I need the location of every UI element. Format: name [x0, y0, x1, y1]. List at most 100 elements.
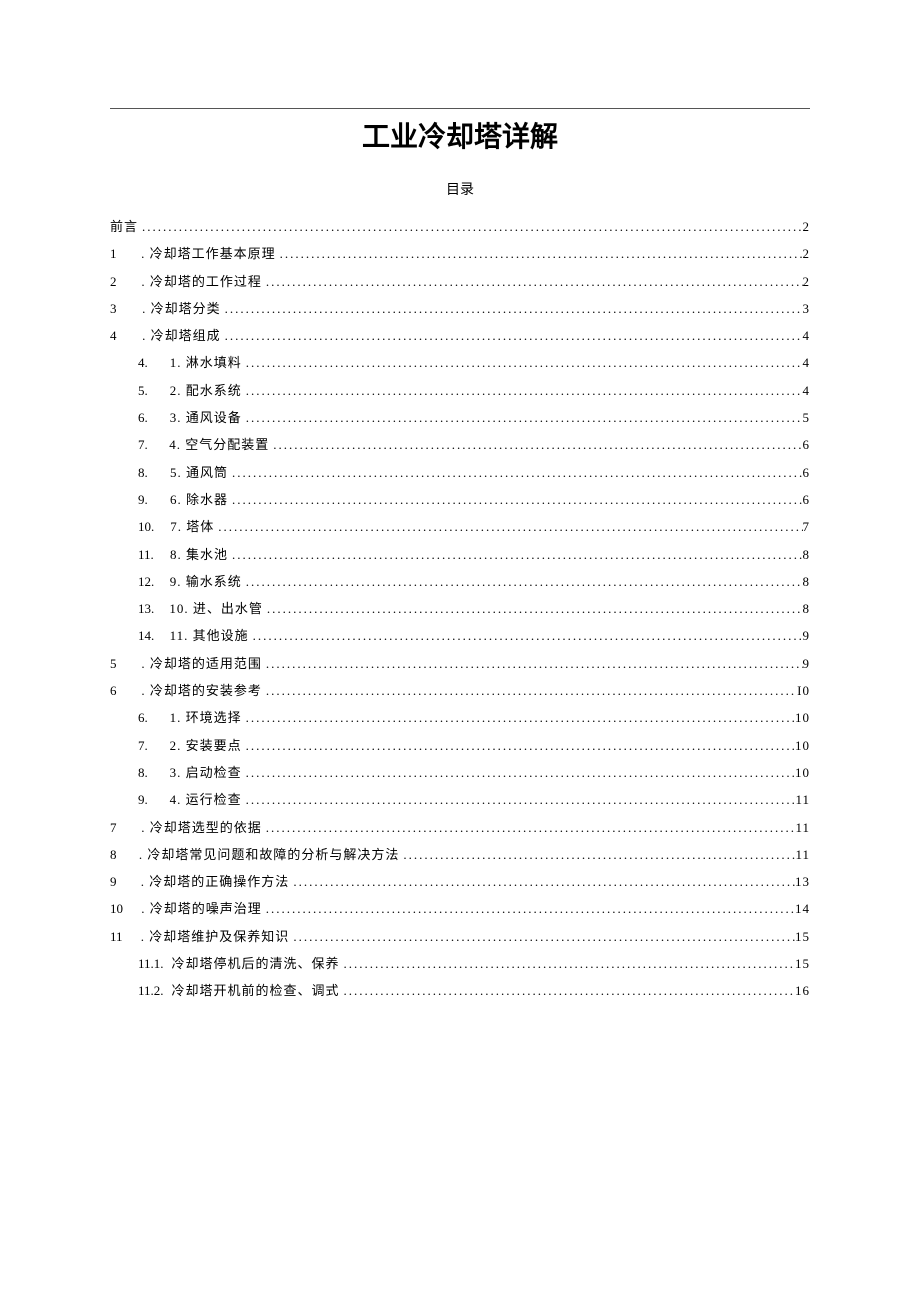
toc-entry: 1 . 冷却塔工作基本原理2: [110, 240, 810, 267]
toc-entry-page: 9: [803, 622, 811, 649]
toc-entry-page: 6: [803, 431, 811, 458]
toc-entry-label: . 冷却塔的正确操作方法: [141, 868, 290, 895]
toc-entry-label: . 冷却塔工作基本原理: [141, 240, 276, 267]
toc-entry-label: 6. 除水器: [170, 486, 228, 513]
toc-entry-label: . 冷却塔的工作过程: [141, 268, 262, 295]
toc-entry: 9. 4. 运行检查 11: [110, 786, 810, 813]
toc-entry-number: 9.: [138, 486, 160, 513]
toc-entry: 前言2: [110, 213, 810, 240]
toc-entry-page: 11: [795, 841, 810, 868]
toc-entry-label: 3. 通风设备: [170, 404, 242, 431]
toc-leader-dots: [221, 322, 803, 349]
document-title: 工业冷却塔详解: [110, 115, 810, 155]
toc-leader-dots: [221, 295, 803, 322]
toc-entry-label: 3. 启动检查: [170, 759, 242, 786]
toc-entry-page: 15: [795, 923, 810, 950]
toc-entry-number: 5.: [138, 377, 160, 404]
toc-entry-page: I0: [797, 677, 810, 704]
toc-leader-dots: [399, 841, 795, 868]
toc-entry-page: 2: [803, 213, 811, 240]
toc-entry-page: 10: [795, 732, 810, 759]
toc-entry-number: 8: [110, 841, 132, 868]
toc-entry-label: 11. 其他设施: [170, 622, 249, 649]
toc-entry-page: 10: [795, 704, 810, 731]
toc-entry: 11 . 冷却塔维护及保养知识15: [110, 923, 810, 950]
toc-entry-number: 10: [110, 895, 132, 922]
toc-entry: 11. 8. 集水池8: [110, 541, 810, 568]
toc-entry-page: 7: [803, 513, 811, 540]
toc-leader-dots: [242, 732, 795, 759]
toc-entry: 6. 1. 环境选择10: [110, 704, 810, 731]
toc-leader-dots: [138, 213, 802, 240]
toc-entry-page: 4: [803, 322, 811, 349]
toc-entry: 6 . 冷却塔的安装参考 I0: [110, 677, 810, 704]
toc-leader-dots: [262, 650, 803, 677]
toc-entry: 13. 10. 进、出水管8: [110, 595, 810, 622]
toc-entry-page: 11: [795, 786, 810, 813]
toc-entry-number: 8.: [138, 759, 160, 786]
toc-entry-page: 2: [803, 240, 811, 267]
toc-entry-label: 2. 安装要点: [170, 732, 242, 759]
toc-leader-dots: [276, 240, 803, 267]
toc-entry-number: 14.: [138, 622, 160, 649]
toc-entry-page: 16: [795, 977, 810, 1004]
toc-entry: 11.1. 冷却塔停机后的清洗、保养15: [110, 950, 810, 977]
toc-entry: 6. 3. 通风设备5: [110, 404, 810, 431]
toc-entry: 9. 6. 除水器6: [110, 486, 810, 513]
toc-leader-dots: [339, 977, 795, 1004]
toc-entry-number: 9.: [138, 786, 160, 813]
toc-leader-dots: [263, 595, 803, 622]
toc-leader-dots: [242, 349, 803, 376]
toc-entry: 10. 7. 塔体7: [110, 513, 810, 540]
toc-entry: 2 . 冷却塔的工作过程2: [110, 268, 810, 295]
toc-leader-dots: [228, 459, 802, 486]
toc-leader-dots: [262, 268, 803, 295]
toc-entry-page: 8: [803, 595, 811, 622]
toc-entry-label: 10. 进、出水管: [169, 595, 263, 622]
toc-entry-label: . 冷却塔的噪声治理: [141, 895, 262, 922]
toc-entry-number: 6: [110, 677, 132, 704]
toc-entry-label: . 冷却塔的适用范围: [141, 650, 262, 677]
toc-leader-dots: [242, 704, 795, 731]
toc-entry-number: 11.2.: [138, 977, 164, 1004]
toc-entry-number: 7: [110, 814, 132, 841]
toc-leader-dots: [289, 923, 795, 950]
toc-entry-label: . 冷却塔的安装参考: [141, 677, 262, 704]
toc-entry: 4. 1. 淋水填料4: [110, 349, 810, 376]
toc-entry-number: 6.: [138, 404, 160, 431]
toc-entry: 7. 4. 空气分配装置6: [110, 431, 810, 458]
toc-entry-page: 14: [795, 895, 810, 922]
toc-leader-dots: [228, 541, 802, 568]
toc-leader-dots: [339, 950, 795, 977]
toc-entry: 11.2. 冷却塔开机前的检查、调式16: [110, 977, 810, 1004]
toc-entry-page: 3: [803, 295, 811, 322]
toc-entry: 8 . 冷却塔常见问题和故障的分析与解决方法 11: [110, 841, 810, 868]
toc-entry-label: 2. 配水系统: [170, 377, 242, 404]
toc-entry-page: 13: [795, 868, 810, 895]
toc-leader-dots: [242, 759, 795, 786]
toc-entry: 5. 2. 配水系统4: [110, 377, 810, 404]
toc-entry-number: 9: [110, 868, 132, 895]
toc-entry-label: 9. 输水系统: [170, 568, 242, 595]
toc-entry-number: 3: [110, 295, 132, 322]
toc-entry-label: . 冷却塔分类: [142, 295, 221, 322]
toc-leader-dots: [242, 404, 803, 431]
toc-entry-number: 11.1.: [138, 950, 164, 977]
toc-entry: 8. 5. 通风筒6: [110, 459, 810, 486]
toc-entry-label: . 冷却塔常见问题和故障的分析与解决方法: [139, 841, 400, 868]
toc-entry-number: 7.: [138, 732, 160, 759]
toc-leader-dots: [242, 377, 803, 404]
toc-entry-number: 2: [110, 268, 132, 295]
toc-entry-page: 10: [795, 759, 810, 786]
toc-leader-dots: [269, 431, 802, 458]
toc-entry-number: 5: [110, 650, 132, 677]
toc-entry-label: 4. 运行检查: [170, 786, 242, 813]
document-page: 工业冷却塔详解 目录 前言21 . 冷却塔工作基本原理22 . 冷却塔的工作过程…: [0, 0, 920, 1065]
toc-entry-label: . 冷却塔组成: [142, 322, 221, 349]
toc-entry-label: . 冷却塔维护及保养知识: [141, 923, 290, 950]
toc-leader-dots: [262, 814, 796, 841]
toc-entry-number: 8.: [138, 459, 160, 486]
toc-entry-label: 8. 集水池: [170, 541, 228, 568]
toc-entry-label: . 冷却塔选型的依据: [141, 814, 262, 841]
table-of-contents: 前言21 . 冷却塔工作基本原理22 . 冷却塔的工作过程23 . 冷却塔分类3…: [110, 213, 810, 1005]
